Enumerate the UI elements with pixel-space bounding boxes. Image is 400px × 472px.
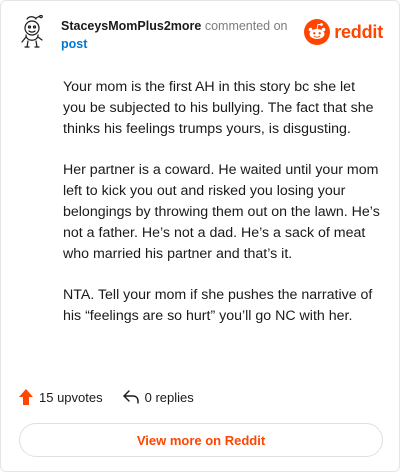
comment-embed-card: StaceysMomPlus2more commented on post re… [0,0,400,472]
comment-body: Your mom is the first AH in this story b… [63,77,381,347]
upvote-count: 15 upvotes [39,389,103,405]
view-more-button[interactable]: View more on Reddit [19,423,383,457]
reddit-logo-icon [304,19,331,45]
comment-header: StaceysMomPlus2more commented on post re… [17,15,383,55]
comment-meta: StaceysMomPlus2more commented on post [61,17,311,53]
username-link[interactable]: StaceysMomPlus2more [61,19,201,33]
comment-paragraph-2: Her partner is a coward. He waited until… [63,162,380,262]
comment-actions: 15 upvotes 0 replies [19,389,194,405]
reddit-brand[interactable]: reddit [304,19,383,45]
upvote-arrow-icon [19,389,33,405]
comment-paragraph-1: Your mom is the first AH in this story b… [63,79,374,137]
reply-button[interactable]: 0 replies [122,389,194,405]
action-text: commented on [204,19,288,33]
comment-paragraph-3: NTA. Tell your mom if she pushes the nar… [63,287,373,324]
upvote-button[interactable]: 15 upvotes [19,389,103,405]
reply-count: 0 replies [144,389,194,405]
post-link[interactable]: post [61,35,311,53]
reply-icon [122,390,139,404]
reddit-wordmark: reddit [334,21,383,42]
avatar[interactable] [17,15,51,55]
